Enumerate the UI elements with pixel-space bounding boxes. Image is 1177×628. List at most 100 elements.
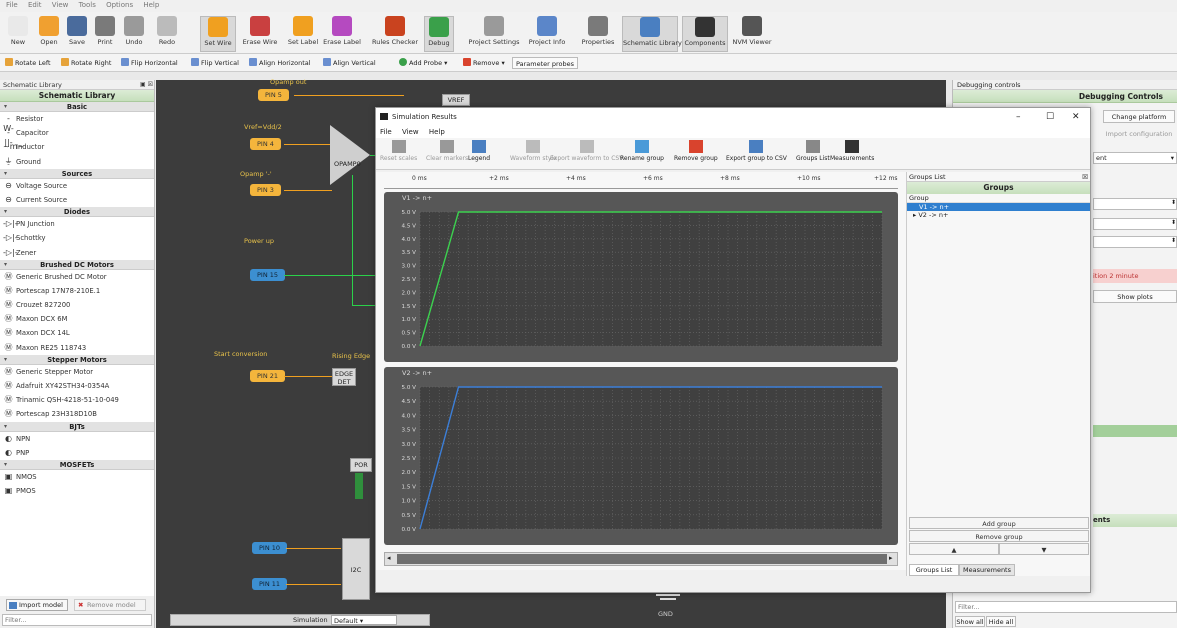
library-item[interactable]: ⊖ Voltage Source	[0, 179, 154, 193]
rename-group-button[interactable]: Rename group	[620, 140, 664, 162]
erase-wire-button[interactable]: Erase Wire	[238, 16, 282, 52]
library-category[interactable]: MOSFETs	[0, 459, 154, 470]
library-item[interactable]: -▷|- Zener	[0, 246, 154, 260]
menu-view[interactable]: View	[402, 128, 419, 136]
remove-model-button[interactable]: ✖ Remove model	[74, 599, 146, 611]
config-select[interactable]: Default ▾	[331, 615, 397, 625]
set-wire-button[interactable]: Set Wire	[200, 16, 236, 52]
flip-vertical-button[interactable]: Flip Vertical	[188, 57, 242, 69]
reset-scales-button[interactable]: Reset scales	[380, 140, 417, 162]
library-item[interactable]: -||- Capacitor	[0, 126, 154, 147]
debug-button[interactable]: Debug	[424, 16, 454, 52]
library-item[interactable]: ▣ PMOS	[0, 484, 154, 498]
library-category[interactable]: BJTs	[0, 421, 154, 432]
plot-v2[interactable]: V2 -> n+ 0.0 V 0.5 V 1.0 V 1.5 V 2.0 V 2.5 V3…	[384, 367, 898, 545]
hide-all-button[interactable]: Hide all	[986, 616, 1016, 627]
set-label-button[interactable]: Set Label	[286, 16, 320, 52]
mode-dropdown[interactable]: ent ▾	[1093, 152, 1177, 164]
erase-label-button[interactable]: Erase Label	[320, 16, 364, 52]
group-row[interactable]: V1 -> n+	[907, 203, 1090, 211]
pin-10[interactable]: PIN 10	[252, 542, 288, 554]
remove-group-button[interactable]: Remove group	[674, 140, 718, 162]
library-item[interactable]: ⏚ Ground	[0, 155, 154, 169]
library-item[interactable]: ◐ NPN	[0, 432, 154, 446]
remove-group-button[interactable]: Remove group	[909, 530, 1089, 542]
library-item[interactable]: ▣ NMOS	[0, 470, 154, 484]
add-group-button[interactable]: Add group	[909, 517, 1089, 529]
library-item[interactable]: Ⓜ Portescap 17N78-210E.1	[0, 284, 154, 298]
menu-help[interactable]: Help	[143, 1, 159, 9]
library-item[interactable]: Ⓜ Crouzet 827200	[0, 298, 154, 312]
undo-button[interactable]: Undo	[120, 16, 148, 52]
library-item[interactable]: Ⓜ Portescap 23H318D10B	[0, 407, 154, 421]
spinbox-3[interactable]: ⬍	[1093, 236, 1177, 248]
library-item[interactable]: ~m~ Inductor	[0, 140, 154, 154]
show-plots-button[interactable]: Show plots	[1093, 290, 1177, 303]
rotate-right-button[interactable]: Rotate Right	[58, 57, 114, 69]
export-waveform-to-csv-button[interactable]: Export waveform to CSV	[550, 140, 623, 162]
library-item[interactable]: -▷|- PN Junction	[0, 217, 154, 231]
project-settings-button[interactable]: Project Settings	[468, 16, 520, 52]
close-button[interactable]: ✕	[1072, 108, 1080, 126]
components-button[interactable]: Components	[682, 16, 728, 52]
por-block[interactable]: POR	[350, 458, 372, 472]
i2c-block[interactable]: I2C	[342, 538, 370, 600]
pin-5[interactable]: PIN 5	[258, 89, 289, 101]
groups-list-button[interactable]: Groups List	[796, 140, 830, 162]
library-category[interactable]: Brushed DC Motors	[0, 259, 154, 270]
align-horizontal-button[interactable]: Align Horizontal	[246, 57, 314, 69]
maximize-button[interactable]: ☐	[1046, 108, 1054, 126]
add-probe-button[interactable]: Add Probe ▾	[396, 57, 450, 69]
library-item[interactable]: -▷|- Schottky	[0, 231, 154, 245]
parameter-probes-button[interactable]: Parameter probes	[512, 57, 579, 69]
remove-button[interactable]: Remove ▾	[460, 57, 508, 69]
pin-15[interactable]: PIN 15	[250, 269, 286, 281]
menu-edit[interactable]: Edit	[28, 1, 42, 9]
measurements-button[interactable]: Measurements	[830, 140, 874, 162]
move-up-button[interactable]: ▲	[909, 543, 999, 555]
legend-button[interactable]: Legend	[468, 140, 490, 162]
edge-detector-block[interactable]: EDGE DET	[332, 368, 356, 386]
library-item[interactable]: Ⓜ Generic Brushed DC Motor	[0, 270, 154, 284]
project-info-button[interactable]: Project Info	[526, 16, 568, 52]
library-item[interactable]: -W- Resistor	[0, 112, 154, 133]
library-item[interactable]: ◐ PNP	[0, 446, 154, 460]
clear-markers-button[interactable]: Clear markers	[426, 140, 468, 162]
library-category[interactable]: Basic	[0, 102, 154, 112]
save-button[interactable]: Save	[64, 16, 90, 52]
flip-horizontal-button[interactable]: Flip Horizontal	[118, 57, 181, 69]
group-row[interactable]: ▸ V2 -> n+	[907, 211, 1090, 219]
probe-filter-input[interactable]	[955, 601, 1177, 613]
plot-v1[interactable]: V1 -> n+ 0.0 V 0.5 V 1.0 V 1.5 V 2.0 V 2.5 V3…	[384, 192, 898, 362]
library-filter-input[interactable]	[2, 614, 152, 626]
timeline-scrollbar[interactable]: ◂ ▸	[384, 552, 898, 566]
pin-3[interactable]: PIN 3	[250, 184, 281, 196]
menu-options[interactable]: Options	[106, 1, 133, 9]
rotate-left-button[interactable]: Rotate Left	[2, 57, 54, 69]
properties-button[interactable]: Properties	[580, 16, 616, 52]
export-group-to-csv-button[interactable]: Export group to CSV	[726, 140, 787, 162]
import-configuration-button[interactable]: Import configuration	[1103, 128, 1175, 141]
library-category[interactable]: Sources	[0, 168, 154, 179]
library-category[interactable]: Diodes	[0, 207, 154, 218]
library-item[interactable]: Ⓜ Maxon DCX 14L	[0, 326, 154, 340]
menu-file[interactable]: File	[6, 1, 18, 9]
menu-help[interactable]: Help	[429, 128, 445, 136]
menu-tools[interactable]: Tools	[79, 1, 96, 9]
menu-file[interactable]: File	[380, 128, 392, 136]
open-button[interactable]: Open	[36, 16, 62, 52]
vref-block[interactable]: VREF	[442, 94, 470, 106]
library-item[interactable]: ⊖ Current Source	[0, 193, 154, 207]
pin-11[interactable]: PIN 11	[252, 578, 288, 590]
minimize-button[interactable]: –	[1016, 108, 1021, 126]
menu-view[interactable]: View	[52, 1, 69, 9]
import-model-button[interactable]: Import model	[6, 599, 68, 611]
pin-4[interactable]: PIN 4	[250, 138, 281, 150]
nvm-viewer-button[interactable]: NVM Viewer	[730, 16, 774, 52]
align-vertical-button[interactable]: Align Vertical	[320, 57, 379, 69]
schematic-library-button[interactable]: Schematic Library	[622, 16, 682, 52]
spinbox-1[interactable]: ⬍	[1093, 198, 1177, 210]
library-category[interactable]: Stepper Motors	[0, 354, 154, 365]
tab-measurements[interactable]: Measurements	[959, 564, 1015, 576]
new-button[interactable]: New	[4, 16, 32, 52]
